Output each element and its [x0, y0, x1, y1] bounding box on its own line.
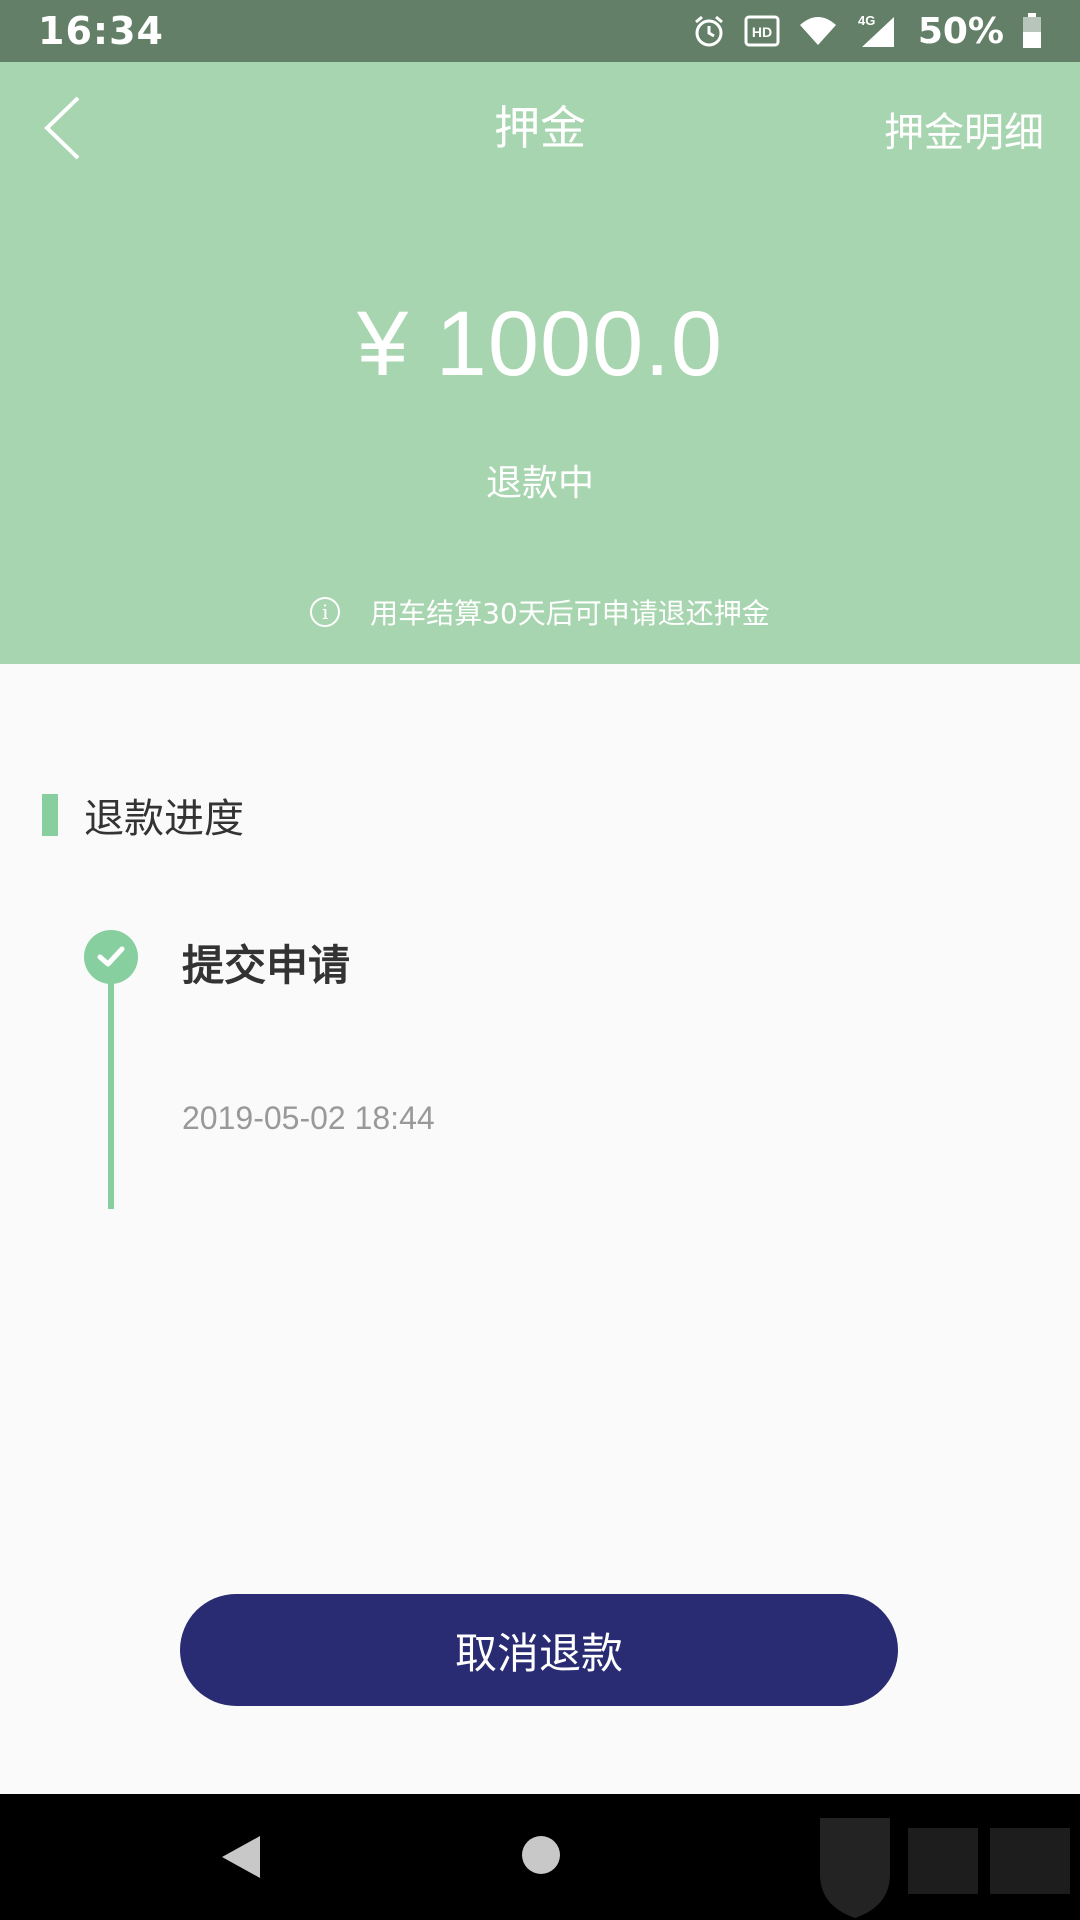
deposit-detail-link[interactable]: 押金明细	[884, 100, 1044, 158]
refund-progress-heading: 退款进度	[42, 786, 244, 844]
cancel-refund-button[interactable]: 取消退款	[180, 1594, 898, 1706]
navigation-bar	[0, 1794, 1080, 1920]
deposit-header: 押金 押金明细 ¥ 1000.0 退款中 i 用车结算30天后可申请退还押金	[0, 62, 1080, 664]
info-icon: i	[310, 597, 341, 627]
section-marker	[42, 794, 58, 836]
network-label: 4G	[858, 13, 875, 28]
deposit-amount: ¥ 1000.0	[356, 293, 724, 395]
signal-4g-icon: 4G	[856, 13, 896, 49]
refund-status: 退款中	[485, 463, 594, 504]
section-title-text: 退款进度	[84, 796, 244, 842]
nav-back-icon[interactable]	[218, 1834, 262, 1880]
watermark-logo	[820, 1818, 1070, 1918]
refund-notice: i 用车结算30天后可申请退还押金	[0, 592, 1080, 632]
timeline-line	[108, 975, 114, 1209]
status-bar: 16:34 HD 4G 50%	[0, 0, 1080, 62]
check-circle-icon	[84, 930, 138, 984]
status-icons: HD 4G 50%	[692, 11, 1042, 52]
step-time: 2019-05-02 18:44	[182, 1100, 435, 1136]
hd-icon: HD	[744, 15, 780, 47]
hd-label: HD	[752, 24, 772, 40]
step-title: 提交申请	[182, 941, 351, 990]
battery-percent: 50%	[917, 10, 1004, 52]
nav-home-icon[interactable]	[522, 1836, 560, 1874]
status-time: 16:34	[38, 9, 164, 53]
notice-text: 用车结算30天后可申请退还押金	[370, 597, 770, 630]
battery-icon	[1022, 13, 1042, 49]
alarm-icon	[692, 14, 726, 48]
wifi-icon	[798, 15, 838, 47]
